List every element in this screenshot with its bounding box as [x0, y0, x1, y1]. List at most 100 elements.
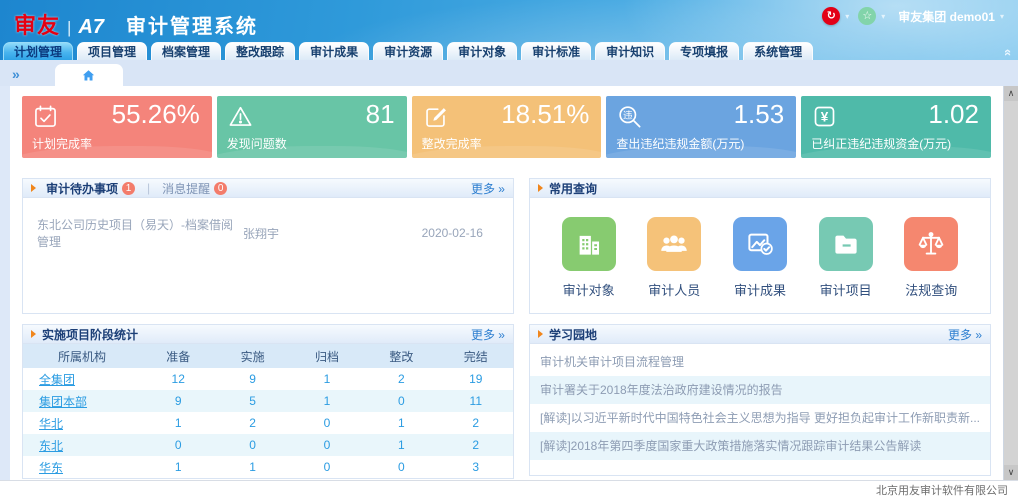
- cell-prepare[interactable]: 12: [141, 368, 215, 390]
- product-name: A7: [78, 16, 104, 39]
- org-link[interactable]: 东北: [39, 439, 63, 453]
- section-arrow-icon: [538, 184, 543, 192]
- cell-archive[interactable]: 1: [290, 368, 364, 390]
- cell-archive[interactable]: 0: [290, 456, 364, 478]
- org-link[interactable]: 全集团: [39, 373, 75, 387]
- cell-complete[interactable]: 2: [439, 434, 513, 456]
- current-user[interactable]: 审友集团 demo01: [898, 8, 995, 25]
- stat-value: 1.02: [928, 99, 979, 130]
- home-tab[interactable]: [55, 64, 123, 86]
- query-audit-projects[interactable]: 审计项目: [819, 217, 873, 299]
- main-nav: 计划管理 项目管理 档案管理 整改跟踪 审计成果 审计资源 审计对象 审计标准 …: [3, 41, 994, 60]
- chevron-down-icon[interactable]: ▾: [881, 12, 885, 21]
- table-row: 全集团 12 9 1 2 19: [23, 368, 513, 390]
- common-queries-panel: 常用查询: [529, 178, 991, 314]
- left-strip: [0, 86, 10, 480]
- user-area: ↻ ▾ ☆ ▾ 审友集团 demo01 ▾: [822, 7, 1008, 25]
- query-shortcuts: 审计对象: [530, 198, 990, 313]
- cell-archive[interactable]: 0: [290, 412, 364, 434]
- stat-card-issues-found[interactable]: 81 发现问题数: [217, 96, 407, 158]
- table-row: 华北 1 2 0 1 2: [23, 412, 513, 434]
- cell-implement[interactable]: 2: [215, 412, 289, 434]
- cell-rectify[interactable]: 0: [364, 390, 438, 412]
- learning-item[interactable]: 审计署关于2018年度法治政府建设情况的报告: [530, 376, 990, 404]
- org-link[interactable]: 集团本部: [39, 395, 87, 409]
- cell-rectify[interactable]: 2: [364, 368, 438, 390]
- cell-archive[interactable]: 0: [290, 434, 364, 456]
- org-link[interactable]: 华北: [39, 417, 63, 431]
- cell-complete[interactable]: 11: [439, 390, 513, 412]
- stat-card-rectification-completion[interactable]: 18.51% 整改完成率: [412, 96, 602, 158]
- stat-card-violation-amount[interactable]: 违 1.53 查出违纪违规金额(万元): [606, 96, 796, 158]
- query-audit-objects[interactable]: 审计对象: [562, 217, 616, 299]
- cell-prepare[interactable]: 1: [141, 456, 215, 478]
- breadcrumb-bar: »: [0, 60, 1018, 86]
- tab-audit-standards[interactable]: 审计标准: [521, 42, 591, 60]
- cell-implement[interactable]: 0: [215, 434, 289, 456]
- favorite-star-icon[interactable]: ☆: [858, 7, 876, 25]
- app-logo: 审友 | A7 审计管理系统: [14, 8, 258, 40]
- stat-cards-row: 55.26% 计划完成率 81 发现问题数 18.51% 整改完成率: [22, 96, 991, 158]
- vertical-scrollbar[interactable]: ∧ ∨: [1004, 86, 1018, 480]
- stat-card-plan-completion[interactable]: 55.26% 计划完成率: [22, 96, 212, 158]
- tab-rectification-tracking[interactable]: 整改跟踪: [225, 42, 295, 60]
- tab-project-management[interactable]: 项目管理: [77, 42, 147, 60]
- edit-icon: [422, 103, 449, 130]
- learning-panel-title: 学习园地: [549, 326, 597, 343]
- column-header: 实施: [215, 344, 289, 368]
- cell-complete[interactable]: 19: [439, 368, 513, 390]
- tab-system-management[interactable]: 系统管理: [743, 42, 813, 60]
- query-label: 法规查询: [905, 280, 957, 299]
- section-arrow-icon: [31, 330, 36, 338]
- expand-menu-icon[interactable]: »: [12, 66, 20, 82]
- cell-archive[interactable]: 1: [290, 390, 364, 412]
- stage-more-link[interactable]: 更多 »: [471, 326, 505, 343]
- brand-name: 审友: [14, 8, 60, 40]
- cell-prepare[interactable]: 9: [141, 390, 215, 412]
- tab-message-reminders[interactable]: 消息提醒: [162, 180, 210, 197]
- learning-item[interactable]: [解读]以习近平新时代中国特色社会主义思想为指导 更好担负起审计工作新职责新..…: [530, 404, 990, 432]
- cell-rectify[interactable]: 0: [364, 456, 438, 478]
- chevron-down-icon[interactable]: ▾: [1000, 12, 1004, 21]
- refresh-icon[interactable]: ↻: [822, 7, 840, 25]
- tab-special-reporting[interactable]: 专项填报: [669, 42, 739, 60]
- query-audit-results[interactable]: 审计成果: [733, 217, 787, 299]
- cell-complete[interactable]: 2: [439, 412, 513, 434]
- tab-audit-results[interactable]: 审计成果: [299, 42, 369, 60]
- tab-plan-management[interactable]: 计划管理: [3, 42, 73, 60]
- stat-label: 发现问题数: [227, 135, 287, 152]
- learning-more-link[interactable]: 更多 »: [948, 326, 982, 343]
- stat-card-corrected-funds[interactable]: ¥ 1.02 已纠正违纪违规资金(万元): [801, 96, 991, 158]
- cell-prepare[interactable]: 1: [141, 412, 215, 434]
- query-label: 审计项目: [820, 280, 872, 299]
- query-audit-staff[interactable]: 审计人员: [647, 217, 701, 299]
- tab-archive-management[interactable]: 档案管理: [151, 42, 221, 60]
- tab-audit-knowledge[interactable]: 审计知识: [595, 42, 665, 60]
- cell-implement[interactable]: 9: [215, 368, 289, 390]
- learning-item[interactable]: 审计机关审计项目流程管理: [530, 348, 990, 376]
- chevron-down-icon[interactable]: ▾: [845, 12, 849, 21]
- query-regulations[interactable]: 法规查询: [904, 217, 958, 299]
- app-header: 审友 | A7 审计管理系统 ↻ ▾ ☆ ▾ 审友集团 demo01 ▾ 计划管…: [0, 0, 1018, 60]
- cell-implement[interactable]: 1: [215, 456, 289, 478]
- collapse-up-icon[interactable]: «: [1002, 49, 1015, 56]
- todo-list-item[interactable]: 东北公司历史项目（易天）-档案借阅管理 张翔宇 2020-02-16: [23, 208, 513, 258]
- scroll-down-icon[interactable]: ∨: [1004, 465, 1018, 480]
- learning-item[interactable]: [解读]2018年第四季度国家重大政策措施落实情况跟踪审计结果公告解读: [530, 432, 990, 460]
- org-link[interactable]: 华东: [39, 461, 63, 475]
- cell-complete[interactable]: 3: [439, 456, 513, 478]
- column-header: 完结: [439, 344, 513, 368]
- cell-rectify[interactable]: 1: [364, 412, 438, 434]
- todo-more-link[interactable]: 更多 »: [471, 180, 505, 197]
- logo-divider: |: [67, 18, 71, 38]
- warning-triangle-icon: [227, 103, 254, 130]
- cell-implement[interactable]: 5: [215, 390, 289, 412]
- tab-audit-objects[interactable]: 审计对象: [447, 42, 517, 60]
- stat-label: 计划完成率: [32, 135, 92, 152]
- tab-audit-todos[interactable]: 审计待办事项: [46, 180, 118, 197]
- queries-panel-header: 常用查询: [530, 179, 990, 198]
- tab-audit-resources[interactable]: 审计资源: [373, 42, 443, 60]
- cell-prepare[interactable]: 0: [141, 434, 215, 456]
- cell-rectify[interactable]: 1: [364, 434, 438, 456]
- scroll-up-icon[interactable]: ∧: [1004, 86, 1018, 101]
